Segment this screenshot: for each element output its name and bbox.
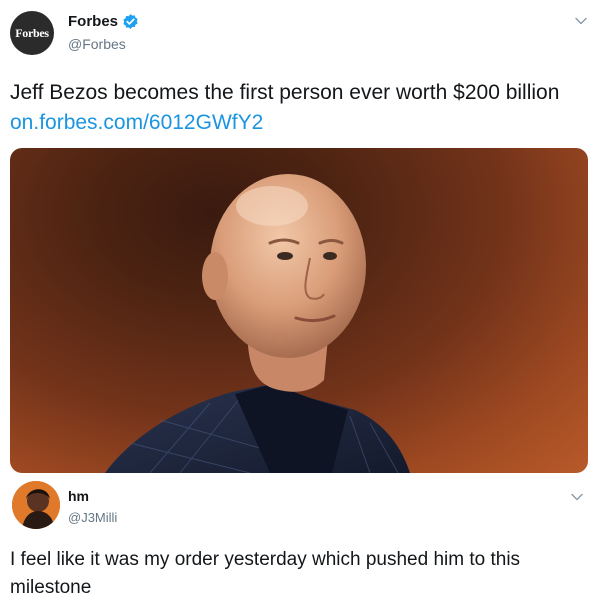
reply-menu-chevron-down-icon[interactable]: [570, 490, 584, 504]
tweet-text: Jeff Bezos becomes the first person ever…: [10, 78, 590, 138]
portrait-illustration: [105, 174, 410, 473]
author-name-row[interactable]: Forbes: [68, 13, 139, 30]
tweet-body: Jeff Bezos becomes the first person ever…: [10, 81, 560, 104]
author-name[interactable]: Forbes: [68, 13, 118, 30]
tweet-header: Forbes Forbes @Forbes: [0, 0, 600, 60]
reply-author-name[interactable]: hm: [68, 488, 89, 504]
author-handle[interactable]: @Forbes: [68, 36, 126, 52]
forbes-avatar[interactable]: Forbes: [10, 11, 54, 55]
reply-author-handle[interactable]: @J3Milli: [68, 510, 117, 525]
reply-avatar[interactable]: [12, 481, 60, 529]
verified-badge-icon: [122, 13, 139, 30]
tweet-menu-chevron-down-icon[interactable]: [574, 14, 588, 28]
forbes-avatar-logo: Forbes: [15, 25, 49, 40]
reply-text: I feel like it was my order yesterday wh…: [10, 549, 521, 598]
tweet-photo[interactable]: [10, 148, 588, 473]
tweet-link[interactable]: on.forbes.com/6012GWfY2: [10, 111, 263, 134]
reply-avatar-image: [12, 481, 60, 529]
